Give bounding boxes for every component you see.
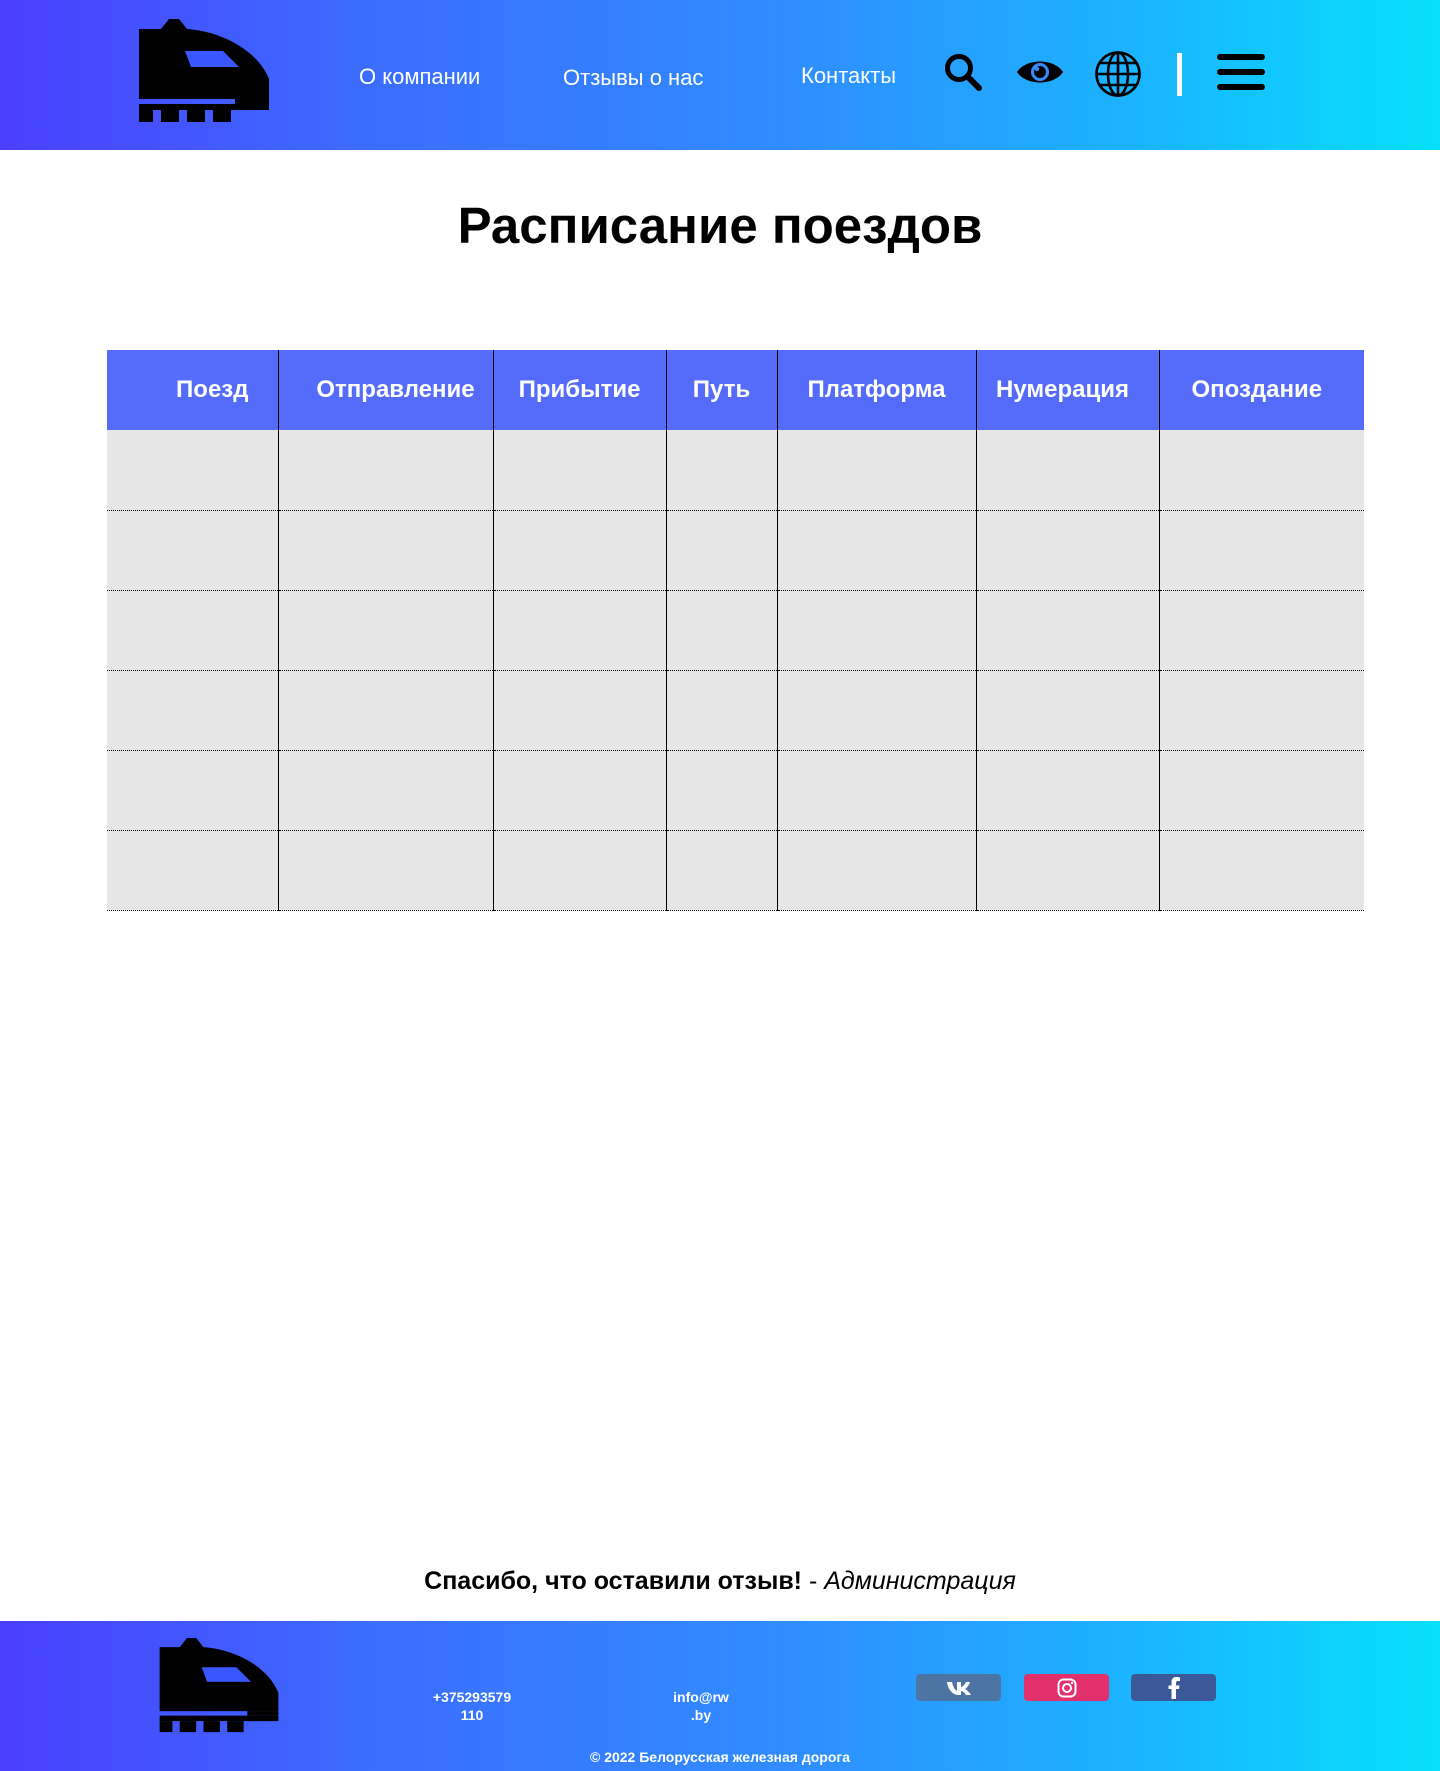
column-header: Прибытие bbox=[492, 350, 666, 430]
email-line: info@rw bbox=[673, 1689, 729, 1705]
table-header-row: Поезд Отправление Прибытие Путь Платформ… bbox=[107, 350, 1364, 430]
table-cell bbox=[107, 430, 278, 511]
column-header: Поезд bbox=[107, 350, 278, 430]
thanks-text: Спасибо, что оставили отзыв! bbox=[424, 1567, 803, 1595]
table-cell bbox=[277, 590, 493, 671]
nav-about-link[interactable]: О компании bbox=[359, 64, 480, 90]
schedule-table: Поезд Отправление Прибытие Путь Платформ… bbox=[107, 350, 1364, 911]
vk-button[interactable] bbox=[916, 1674, 1001, 1701]
search-icon[interactable] bbox=[944, 53, 982, 91]
instagram-icon bbox=[1057, 1678, 1076, 1697]
column-header: Платформа bbox=[776, 350, 976, 430]
vk-icon bbox=[946, 1681, 971, 1695]
table-cell bbox=[776, 670, 976, 751]
menu-icon[interactable] bbox=[1217, 53, 1265, 91]
table-cell bbox=[776, 590, 976, 671]
table-row bbox=[107, 670, 1364, 751]
table-cell bbox=[1158, 830, 1364, 911]
column-header: Нумерация bbox=[975, 350, 1159, 430]
footer-email[interactable]: info@rw .by bbox=[666, 1688, 736, 1724]
table-cell bbox=[107, 510, 278, 591]
phone-line: 110 bbox=[460, 1707, 484, 1723]
footer-phone[interactable]: +375293579 110 bbox=[424, 1688, 520, 1724]
table-cell bbox=[492, 830, 666, 911]
table-row bbox=[107, 590, 1364, 671]
table-row bbox=[107, 510, 1364, 591]
instagram-button[interactable] bbox=[1024, 1674, 1109, 1701]
table-cell bbox=[492, 430, 666, 511]
nav-reviews-link[interactable]: Отзывы о нас bbox=[563, 65, 703, 91]
table-cell bbox=[1158, 430, 1364, 511]
table-cell bbox=[492, 510, 666, 591]
column-header: Опоздание bbox=[1158, 350, 1364, 430]
train-logo-icon[interactable] bbox=[139, 19, 269, 123]
table-cell bbox=[107, 590, 278, 671]
email-line: .by bbox=[690, 1707, 712, 1723]
thanks-message: Спасибо, что оставили отзыв! - Администр… bbox=[0, 1567, 1440, 1596]
copyright-text: © 2022 Белорусская железная дорога bbox=[589, 1749, 851, 1765]
table-cell bbox=[277, 510, 493, 591]
header-divider bbox=[1177, 53, 1182, 96]
table-cell bbox=[975, 430, 1159, 511]
table-cell bbox=[776, 430, 976, 511]
table-cell bbox=[492, 670, 666, 751]
table-cell bbox=[1158, 510, 1364, 591]
table-cell bbox=[492, 590, 666, 671]
table-cell bbox=[665, 670, 777, 751]
globe-icon[interactable] bbox=[1094, 50, 1142, 98]
phone-line: +375293579 bbox=[432, 1689, 512, 1705]
nav-contacts-link[interactable]: Контакты bbox=[801, 63, 896, 89]
page-title: Расписание поездов bbox=[457, 197, 983, 254]
table-cell bbox=[665, 750, 777, 831]
table-cell bbox=[1158, 670, 1364, 751]
column-header: Путь bbox=[665, 350, 777, 430]
table-cell bbox=[975, 510, 1159, 591]
table-row bbox=[107, 830, 1364, 911]
table-row bbox=[107, 750, 1364, 831]
table-cell bbox=[776, 830, 976, 911]
table-cell bbox=[975, 750, 1159, 831]
table-cell bbox=[665, 590, 777, 671]
table-cell bbox=[665, 830, 777, 911]
thanks-separator: - bbox=[802, 1567, 825, 1595]
table-cell bbox=[492, 750, 666, 831]
facebook-button[interactable] bbox=[1131, 1674, 1216, 1701]
train-logo-icon[interactable] bbox=[158, 1638, 280, 1733]
eye-icon[interactable] bbox=[1016, 55, 1064, 89]
site-header: О компании Отзывы о нас Контакты bbox=[0, 0, 1440, 150]
table-cell bbox=[665, 430, 777, 511]
table-cell bbox=[107, 830, 278, 911]
table-cell bbox=[107, 750, 278, 831]
thanks-author: Администрация bbox=[824, 1567, 1016, 1595]
table-cell bbox=[1158, 590, 1364, 671]
table-cell bbox=[1158, 750, 1364, 831]
table-cell bbox=[665, 510, 777, 591]
table-cell bbox=[776, 750, 976, 831]
site-footer: +375293579 110 info@rw .by © 2022 Белору… bbox=[0, 1621, 1440, 1771]
table-cell bbox=[107, 670, 278, 751]
table-cell bbox=[277, 670, 493, 751]
table-cell bbox=[776, 510, 976, 591]
table-cell bbox=[975, 670, 1159, 751]
table-row bbox=[107, 430, 1364, 511]
table-cell bbox=[277, 830, 493, 911]
facebook-icon bbox=[1168, 1676, 1180, 1699]
column-header: Отправление bbox=[277, 350, 493, 430]
table-cell bbox=[277, 750, 493, 831]
table-cell bbox=[277, 430, 493, 511]
table-cell bbox=[975, 830, 1159, 911]
table-cell bbox=[975, 590, 1159, 671]
